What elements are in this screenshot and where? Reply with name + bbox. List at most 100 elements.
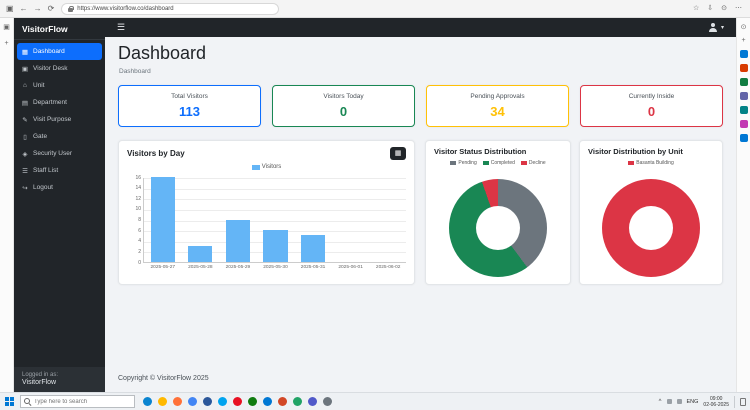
- taskbar-apps: [143, 397, 332, 406]
- user-icon: [709, 23, 718, 32]
- bar-2025-05-28[interactable]: [188, 246, 213, 262]
- legend-swatch: [628, 161, 635, 165]
- donut-hole: [629, 206, 673, 250]
- legend-label: Completed: [490, 160, 515, 166]
- user-menu[interactable]: ▾: [709, 23, 724, 32]
- donut-hole: [476, 206, 520, 250]
- main-content: Dashboard Dashboard Total Visitors 113 V…: [105, 37, 736, 392]
- bar-2025-05-30[interactable]: [263, 230, 288, 262]
- forward-icon[interactable]: →: [34, 0, 42, 18]
- start-button[interactable]: [5, 397, 14, 406]
- brand-logo[interactable]: VisitorFlow: [14, 18, 105, 40]
- sidebar-item-label: Logout: [33, 184, 53, 191]
- back-icon[interactable]: ←: [20, 0, 28, 18]
- hamburger-icon[interactable]: ☰: [117, 18, 125, 37]
- app-sidebar: VisitorFlow ▦ Dashboard ▣ Visitor Desk ⌂…: [14, 18, 105, 392]
- profile-icon[interactable]: ⊙: [721, 0, 727, 18]
- sidebar-search-icon[interactable]: ⊙: [741, 23, 747, 31]
- sidebar-item-visit-purpose[interactable]: ✎ Visit Purpose: [14, 111, 105, 128]
- stats-row: Total Visitors 113 Visitors Today 0 Pend…: [118, 85, 723, 127]
- stat-card-pending-approvals: Pending Approvals 34: [426, 85, 569, 127]
- taskbar-search[interactable]: [20, 395, 135, 408]
- legend-swatch: [450, 161, 457, 165]
- x-axis-tick: 2025-05-31: [300, 265, 326, 270]
- x-axis-tick: 2025-05-30: [263, 265, 288, 270]
- tab-icon[interactable]: ▣: [6, 0, 14, 18]
- edge-sidebar-app-icon[interactable]: [739, 50, 748, 58]
- stat-label: Visitors Today: [323, 93, 364, 100]
- sidebar-item-dashboard[interactable]: ▦ Dashboard: [17, 43, 102, 60]
- legend-label: Pending: [458, 160, 477, 166]
- legend-item[interactable]: Decline: [520, 160, 546, 166]
- sidebar-item-unit[interactable]: ⌂ Unit: [14, 77, 105, 94]
- tray-chevron-icon[interactable]: ^: [659, 399, 662, 405]
- stat-value: 34: [490, 104, 505, 119]
- notification-icon[interactable]: [740, 397, 746, 406]
- sidebar-item-label: Visitor Desk: [33, 65, 68, 72]
- system-tray: ^ ENG 09:00 02-06-2025: [659, 395, 746, 408]
- taskbar-app-icon[interactable]: [188, 397, 197, 406]
- sidebar-item-staff-list[interactable]: ☰ Staff List: [14, 162, 105, 179]
- vertical-tabs-icon[interactable]: ▣: [3, 23, 10, 31]
- legend-item[interactable]: Visitors: [251, 164, 281, 170]
- taskbar-app-icon[interactable]: [278, 397, 287, 406]
- sidebar-item-gate[interactable]: ▯ Gate: [14, 128, 105, 145]
- edge-sidebar-app-icon[interactable]: [739, 78, 748, 86]
- gridline: [144, 178, 406, 179]
- taskbar-app-icon[interactable]: [233, 397, 242, 406]
- date-filter-button[interactable]: ▦: [390, 147, 406, 160]
- legend-item[interactable]: Completed: [482, 160, 515, 166]
- y-axis-tick: 10: [135, 206, 141, 213]
- edge-sidebar-app-icon[interactable]: [739, 92, 748, 100]
- taskbar-app-icon[interactable]: [173, 397, 182, 406]
- legend-item[interactable]: Basanta Building: [628, 160, 674, 166]
- taskbar-app-icon[interactable]: [308, 397, 317, 406]
- staff-list-icon: ☰: [22, 167, 28, 175]
- browser-menu-icon[interactable]: ⋯: [735, 0, 742, 18]
- sidebar-item-visitor-desk[interactable]: ▣ Visitor Desk: [14, 60, 105, 77]
- status-donut-chart[interactable]: [449, 179, 547, 277]
- favorites-icon[interactable]: ☆: [693, 0, 699, 18]
- chevron-down-icon: ▾: [720, 25, 724, 31]
- bar-2025-05-27[interactable]: [150, 177, 175, 262]
- edge-sidebar-app-icon[interactable]: [739, 106, 748, 114]
- taskbar-app-icon[interactable]: [293, 397, 302, 406]
- tray-status-icon[interactable]: [676, 399, 682, 404]
- taskbar-app-icon[interactable]: [263, 397, 272, 406]
- taskbar-app-icon[interactable]: [248, 397, 257, 406]
- address-bar[interactable]: https://www.visitorflow.co/dashboard: [61, 2, 280, 15]
- tray-clock[interactable]: 09:00 02-06-2025: [703, 396, 729, 408]
- edge-sidebar-app-icon[interactable]: [739, 120, 748, 128]
- taskbar-app-icon[interactable]: [158, 397, 167, 406]
- taskbar-search-input[interactable]: [34, 398, 124, 405]
- calendar-icon: ▦: [394, 149, 402, 157]
- refresh-icon[interactable]: ⟳: [48, 0, 55, 18]
- sidebar-plus-icon[interactable]: +: [741, 37, 745, 44]
- legend-swatch: [251, 164, 260, 170]
- taskbar-app-icon[interactable]: [323, 397, 332, 406]
- sidebar-item-label: Department: [33, 99, 67, 106]
- stat-card-currently-inside: Currently Inside 0: [580, 85, 723, 127]
- chart-title: Visitor Distribution by Unit: [588, 147, 683, 156]
- downloads-icon[interactable]: ⇩: [707, 0, 713, 18]
- unit-donut-chart[interactable]: [602, 179, 700, 277]
- bar-2025-05-31[interactable]: [301, 235, 326, 262]
- legend-item[interactable]: Pending: [450, 160, 477, 166]
- sidebar-item-department[interactable]: ▤ Department: [14, 94, 105, 111]
- taskbar-app-icon[interactable]: [218, 397, 227, 406]
- x-axis-tick: 2025-05-29: [225, 265, 251, 270]
- tray-status-icon[interactable]: [666, 399, 672, 404]
- tray-language[interactable]: ENG: [687, 399, 699, 405]
- sidebar-item-security-user[interactable]: ◈ Security User: [14, 145, 105, 162]
- new-tab-icon[interactable]: +: [4, 40, 8, 47]
- x-axis-tick: 2025-06-02: [375, 265, 401, 270]
- breadcrumb[interactable]: Dashboard: [119, 68, 151, 75]
- taskbar-app-icon[interactable]: [143, 397, 152, 406]
- taskbar-app-icon[interactable]: [203, 397, 212, 406]
- bar-2025-05-29[interactable]: [225, 219, 250, 262]
- edge-sidebar-app-icon[interactable]: [739, 64, 748, 72]
- visit-purpose-icon: ✎: [22, 116, 28, 124]
- edge-sidebar-app-icon[interactable]: [739, 134, 748, 142]
- sidebar-item-logout[interactable]: ↪ Logout: [14, 179, 105, 196]
- stat-value: 0: [647, 104, 656, 119]
